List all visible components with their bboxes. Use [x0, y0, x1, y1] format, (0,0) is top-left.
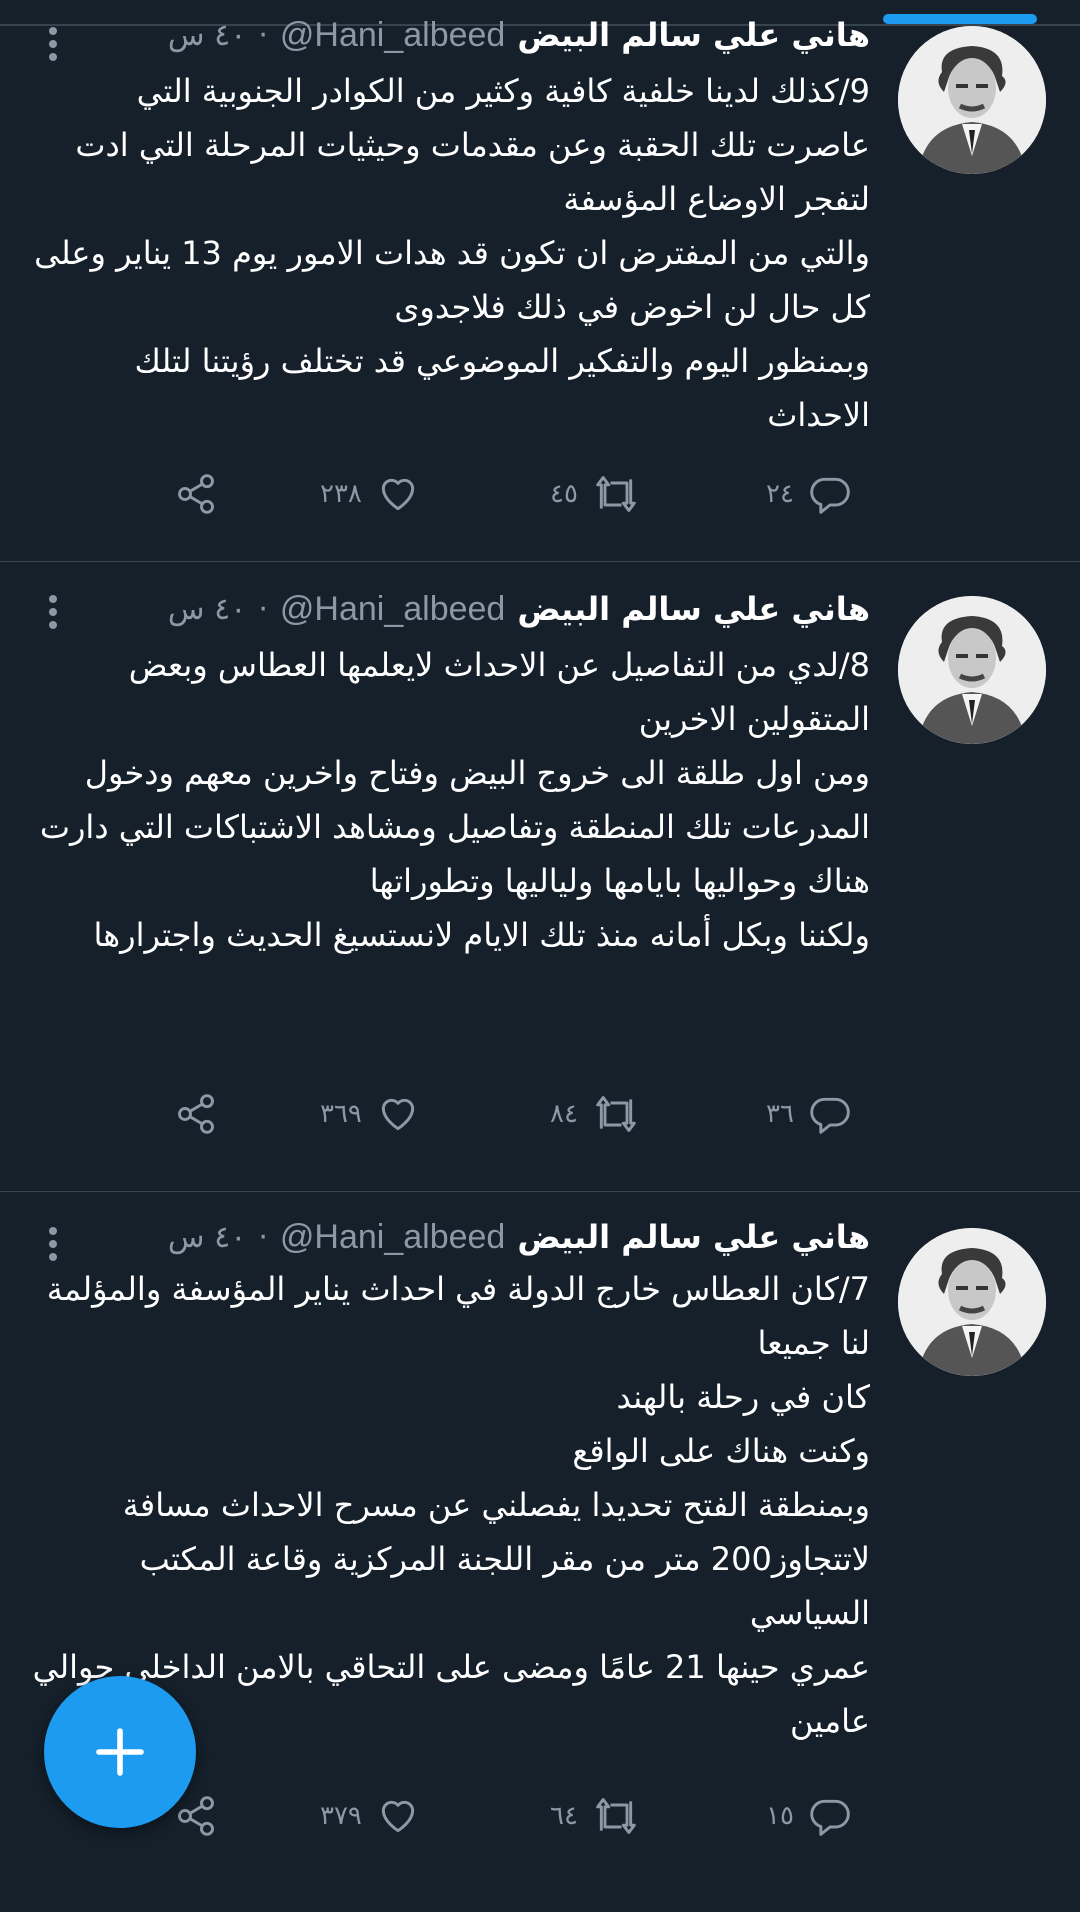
share-icon: [178, 1796, 214, 1836]
heart-icon: [381, 478, 415, 511]
like-count: ٢٣٨: [320, 479, 362, 509]
profile-photo-icon: [898, 1228, 1046, 1376]
reply-count: ٢٤: [766, 479, 794, 509]
avatar[interactable]: [898, 1228, 1046, 1376]
tweet-text: 9/كذلك لدينا خلفية كافية وكثير من الكواد…: [34, 72, 870, 434]
author-handle[interactable]: @Hani_albeed: [280, 16, 505, 55]
tweet-text: 8/لدي من التفاصيل عن الاحداث لايعلمها ال…: [39, 646, 870, 954]
like-count: ٣٦٩: [320, 1099, 362, 1129]
author-handle[interactable]: @Hani_albeed: [280, 590, 505, 629]
like-button[interactable]: ٢٣٨: [320, 466, 420, 522]
tweet-actions: ٢٤ ٤٥ ٢٣٨: [0, 466, 1080, 522]
reply-icon: [810, 1097, 850, 1134]
reply-count: ٣٦: [766, 1099, 794, 1129]
retweet-count: ٤٥: [550, 479, 578, 509]
profile-photo-icon: [898, 26, 1046, 174]
like-button[interactable]: ٣٦٩: [320, 1086, 420, 1142]
tweet-header: هاني علي سالم البيض @Hani_albeed · ٤٠ س: [168, 12, 870, 58]
timestamp[interactable]: ٤٠ س: [168, 18, 246, 53]
separator-dot: ·: [258, 591, 268, 627]
retweet-count: ٦٤: [550, 1801, 578, 1831]
share-button[interactable]: [174, 1086, 218, 1142]
reply-count: ١٥: [766, 1801, 794, 1831]
tweet-actions: ٣٦ ٨٤ ٣٦٩: [0, 1086, 1080, 1142]
more-vertical-icon[interactable]: [46, 594, 60, 630]
tweet-header: هاني علي سالم البيض @Hani_albeed · ٤٠ س: [168, 1214, 870, 1260]
author-name[interactable]: هاني علي سالم البيض: [517, 590, 870, 628]
reply-icon: [810, 1799, 850, 1836]
avatar[interactable]: [898, 26, 1046, 174]
plus-icon: [96, 1728, 144, 1776]
reply-button[interactable]: ٢٤: [766, 466, 852, 522]
retweet-button[interactable]: ٨٤: [550, 1086, 640, 1142]
timestamp[interactable]: ٤٠ س: [168, 1220, 246, 1255]
tweet-header: هاني علي سالم البيض @Hani_albeed · ٤٠ س: [168, 586, 870, 632]
separator-dot: ·: [258, 17, 268, 53]
tweet-text: 7/كان العطاس خارج الدولة في احداث يناير …: [32, 1270, 870, 1740]
reply-icon: [810, 477, 850, 514]
compose-tweet-button[interactable]: [44, 1676, 196, 1828]
separator-dot: ·: [258, 1219, 268, 1255]
reply-button[interactable]: ٣٦: [766, 1086, 852, 1142]
retweet-button[interactable]: ٤٥: [550, 466, 640, 522]
retweet-icon: [596, 1798, 636, 1834]
tweet[interactable]: هاني علي سالم البيض @Hani_albeed · ٤٠ س …: [0, 0, 1080, 562]
heart-icon: [381, 1098, 415, 1131]
retweet-icon: [596, 476, 636, 512]
like-count: ٣٧٩: [320, 1801, 362, 1831]
author-handle[interactable]: @Hani_albeed: [280, 1218, 505, 1257]
retweet-button[interactable]: ٦٤: [550, 1788, 640, 1844]
tweet[interactable]: هاني علي سالم البيض @Hani_albeed · ٤٠ س …: [0, 562, 1080, 1192]
share-button[interactable]: [174, 466, 218, 522]
like-button[interactable]: ٣٧٩: [320, 1788, 420, 1844]
author-name[interactable]: هاني علي سالم البيض: [517, 1218, 870, 1256]
share-icon: [178, 474, 214, 514]
reply-button[interactable]: ١٥: [766, 1788, 852, 1844]
heart-icon: [381, 1800, 415, 1833]
avatar[interactable]: [898, 596, 1046, 744]
timestamp[interactable]: ٤٠ س: [168, 592, 246, 627]
retweet-count: ٨٤: [550, 1099, 578, 1129]
more-vertical-icon[interactable]: [46, 26, 60, 62]
retweet-icon: [596, 1096, 636, 1132]
more-vertical-icon[interactable]: [46, 1226, 60, 1262]
author-name[interactable]: هاني علي سالم البيض: [517, 16, 870, 54]
share-icon: [178, 1094, 214, 1134]
profile-photo-icon: [898, 596, 1046, 744]
